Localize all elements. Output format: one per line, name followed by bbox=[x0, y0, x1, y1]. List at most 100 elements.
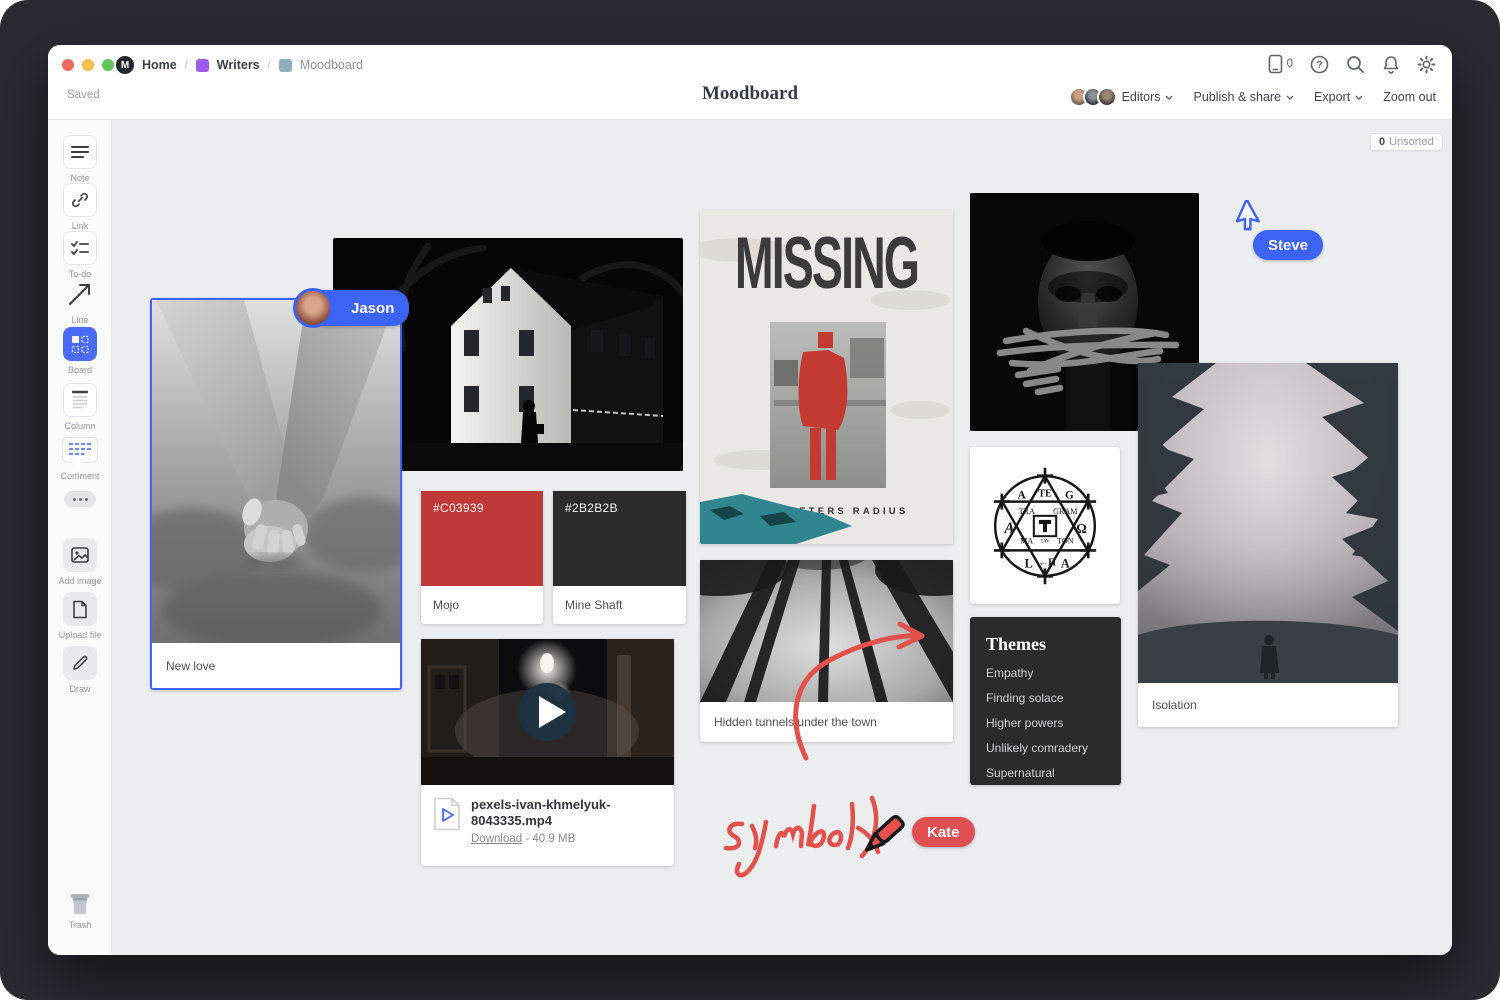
notifications-button[interactable] bbox=[1382, 55, 1400, 74]
unsorted-count: 0 bbox=[1379, 136, 1385, 148]
bell-icon bbox=[1382, 55, 1400, 74]
hexagram-seal-image: ATEG TRAGRAM AΩ MATON TAV L←ΠA bbox=[984, 461, 1106, 591]
download-link[interactable]: Download bbox=[471, 833, 522, 845]
publish-share-menu[interactable]: Publish & share bbox=[1193, 90, 1294, 104]
svg-text:TAV: TAV bbox=[1040, 538, 1050, 544]
svg-text:L: L bbox=[1025, 556, 1033, 570]
tool-line[interactable]: Line bbox=[48, 277, 112, 325]
svg-text:?: ? bbox=[1316, 60, 1322, 71]
search-button[interactable] bbox=[1346, 55, 1365, 74]
trash-icon bbox=[66, 888, 94, 916]
breadcrumb-home[interactable]: Home bbox=[142, 58, 177, 72]
arrow-line-icon bbox=[67, 281, 93, 307]
tool-sidebar: Note Link To-do Line Board Column Commen… bbox=[48, 120, 112, 955]
app-window: M Home / Writers / Moodboard Saved Moodb… bbox=[48, 45, 1452, 955]
missing-poster-photo: MISSING IN 50 METERS RADIUS bbox=[700, 210, 953, 544]
gear-icon bbox=[1417, 55, 1436, 74]
help-button[interactable]: ? bbox=[1310, 55, 1329, 74]
tool-board[interactable]: Board bbox=[48, 327, 112, 375]
editors-menu[interactable]: Editors bbox=[1069, 87, 1174, 107]
minimize-button[interactable] bbox=[82, 59, 94, 71]
search-icon bbox=[1346, 55, 1365, 74]
holding-hands-photo bbox=[152, 300, 400, 643]
comment-icon bbox=[62, 437, 98, 463]
header: M Home / Writers / Moodboard Saved Moodb… bbox=[48, 45, 1452, 120]
tool-draw[interactable]: Draw bbox=[48, 646, 112, 694]
collaborator-steve-cursor: Steve bbox=[1236, 200, 1270, 241]
tool-label: Trash bbox=[48, 920, 112, 930]
svg-text:G: G bbox=[1065, 489, 1074, 501]
breadcrumb-separator: / bbox=[185, 59, 188, 71]
publish-share-label: Publish & share bbox=[1193, 90, 1281, 104]
new-love-card[interactable]: New love Jason bbox=[150, 298, 402, 690]
unsorted-badge[interactable]: 0 Unsorted bbox=[1370, 133, 1443, 151]
tool-label: Link bbox=[48, 221, 112, 231]
video-file-icon bbox=[433, 797, 461, 831]
link-icon bbox=[71, 191, 89, 209]
pen-icon bbox=[854, 808, 910, 866]
breadcrumb-writers[interactable]: Writers bbox=[217, 58, 260, 72]
device-sync-button[interactable]: 0 bbox=[1268, 54, 1293, 74]
card-caption: New love bbox=[152, 643, 400, 688]
zoom-button[interactable] bbox=[102, 59, 114, 71]
close-button[interactable] bbox=[62, 59, 74, 71]
unsorted-label: Unsorted bbox=[1389, 136, 1434, 148]
sigil-card[interactable]: ATEG TRAGRAM AΩ MATON TAV L←ΠA bbox=[970, 447, 1120, 604]
tool-link[interactable]: Link bbox=[48, 183, 112, 231]
pencil-icon bbox=[71, 654, 89, 672]
theme-item: Higher powers bbox=[986, 716, 1105, 730]
tool-upload-file[interactable]: Upload file bbox=[48, 592, 112, 640]
svg-text:A: A bbox=[1018, 489, 1026, 501]
missing-poster-card[interactable]: MISSING IN 50 METERS RADIUS bbox=[700, 210, 953, 544]
isolation-card[interactable]: Isolation bbox=[1138, 363, 1398, 727]
jason-avatar bbox=[293, 288, 333, 328]
theme-item: Supernatural bbox=[986, 766, 1105, 780]
tool-note[interactable]: Note bbox=[48, 135, 112, 183]
tool-column[interactable]: Column bbox=[48, 383, 112, 431]
svg-text:←Π: ←Π bbox=[1038, 557, 1056, 568]
breadcrumb: M Home / Writers / Moodboard bbox=[116, 54, 363, 76]
question-icon: ? bbox=[1310, 55, 1329, 74]
tunnels-card[interactable]: Hidden tunnels under the town bbox=[700, 560, 953, 742]
themes-card[interactable]: Themes Empathy Finding solace Higher pow… bbox=[970, 617, 1121, 785]
meta-separator: - bbox=[525, 833, 529, 845]
zoom-out-label: Zoom out bbox=[1383, 90, 1436, 104]
image-icon bbox=[71, 547, 89, 563]
tool-label: Board bbox=[48, 365, 112, 375]
tool-label: Line bbox=[48, 315, 112, 325]
tool-trash[interactable]: Trash bbox=[48, 888, 112, 930]
chevron-down-icon bbox=[1165, 95, 1173, 100]
app-logo-icon[interactable]: M bbox=[116, 56, 134, 74]
tool-label: Upload file bbox=[48, 630, 112, 640]
swatch-hex: #C03939 bbox=[421, 491, 543, 515]
breadcrumb-moodboard[interactable]: Moodboard bbox=[300, 58, 363, 72]
color-swatch-card-mojo[interactable]: #C03939 Mojo bbox=[421, 491, 543, 624]
forest-canopy-photo bbox=[700, 560, 953, 702]
swatch-color-block: #2B2B2B bbox=[553, 491, 686, 586]
tool-comment[interactable]: Comment bbox=[48, 437, 112, 481]
tool-add-image[interactable]: Add image bbox=[48, 538, 112, 586]
tool-todo[interactable]: To-do bbox=[48, 231, 112, 279]
video-thumbnail bbox=[421, 639, 674, 785]
collaborator-name-pill: Steve bbox=[1253, 230, 1323, 260]
chevron-down-icon bbox=[1355, 95, 1363, 100]
desktop-background: M Home / Writers / Moodboard Saved Moodb… bbox=[0, 0, 1500, 1000]
color-swatch-card-mine-shaft[interactable]: #2B2B2B Mine Shaft bbox=[553, 491, 686, 624]
board-icon bbox=[70, 334, 90, 354]
theme-item: Unlikely comradery bbox=[986, 741, 1105, 755]
swatch-color-block: #C03939 bbox=[421, 491, 543, 586]
export-menu[interactable]: Export bbox=[1314, 90, 1363, 104]
board-canvas[interactable]: 0 Unsorted bbox=[112, 120, 1452, 955]
column-icon bbox=[71, 390, 89, 410]
swatch-name: Mine Shaft bbox=[553, 586, 686, 624]
tool-more[interactable] bbox=[48, 491, 112, 507]
zoom-out-button[interactable]: Zoom out bbox=[1383, 90, 1436, 104]
themes-title: Themes bbox=[986, 634, 1105, 655]
foggy-forest-photo bbox=[1138, 363, 1398, 683]
theme-item: Finding solace bbox=[986, 691, 1105, 705]
svg-text:Ω: Ω bbox=[1076, 521, 1087, 536]
settings-button[interactable] bbox=[1417, 55, 1436, 74]
todo-icon bbox=[71, 241, 89, 255]
svg-text:A: A bbox=[1061, 556, 1070, 570]
video-card[interactable]: pexels-ivan-khmelyuk-8043335.mp4 Downloa… bbox=[421, 639, 674, 866]
